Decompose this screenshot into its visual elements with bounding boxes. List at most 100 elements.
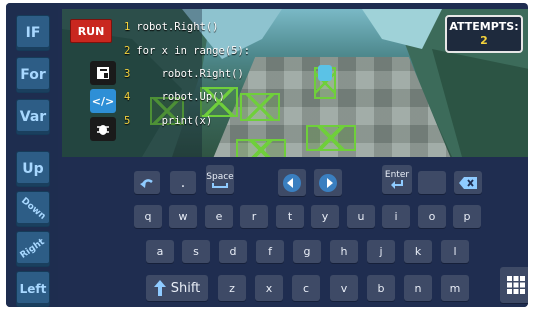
crate	[240, 93, 280, 121]
space-icon	[212, 182, 228, 188]
book-tab[interactable]	[90, 61, 116, 85]
line-number: 3	[124, 68, 131, 80]
dot-key[interactable]: .	[170, 171, 196, 194]
key-label: y	[321, 210, 329, 223]
backspace-key[interactable]	[454, 171, 482, 194]
key-e[interactable]: e	[205, 205, 233, 228]
attempts-label: ATTEMPTS:	[449, 20, 519, 33]
key-n[interactable]: n	[404, 275, 432, 301]
right-command-label: Right	[18, 237, 47, 261]
code-line[interactable]: 5 print(x)	[124, 115, 212, 127]
key-i[interactable]: i	[382, 205, 410, 228]
game-scene: RUN </> 1 robot.Right() 2 for x in range(5…	[62, 9, 528, 157]
backspace-icon	[459, 176, 477, 189]
key-s[interactable]: s	[182, 240, 210, 263]
crate	[306, 125, 356, 151]
code-line[interactable]: 4 robot.Up()	[124, 91, 225, 103]
undo-key[interactable]	[134, 171, 160, 194]
up-command-button[interactable]: Up	[16, 151, 50, 187]
key-label: j	[379, 245, 383, 258]
shift-arrow-icon	[153, 280, 166, 296]
var-command-button[interactable]: Var	[16, 99, 50, 135]
run-button[interactable]: RUN	[70, 19, 112, 43]
key-v[interactable]: v	[330, 275, 358, 301]
key-label: b	[377, 281, 385, 295]
line-number: 2	[124, 45, 131, 57]
keyboard-toggle-key[interactable]	[500, 267, 528, 303]
key-x[interactable]: x	[255, 275, 283, 301]
key-label: n	[414, 281, 422, 295]
key-label: e	[215, 210, 223, 223]
key-p[interactable]: p	[453, 205, 481, 228]
code-keyboard: . Space Enter q w e r t y u i o p a s d …	[62, 163, 528, 307]
if-command-label: IF	[25, 25, 41, 41]
key-c[interactable]: c	[292, 275, 320, 301]
line-number: 5	[124, 115, 131, 127]
run-label: RUN	[77, 24, 105, 38]
key-q[interactable]: q	[134, 205, 162, 228]
left-command-button[interactable]: Left	[16, 271, 50, 307]
down-command-button[interactable]: Down	[16, 191, 50, 227]
key-k[interactable]: k	[404, 240, 432, 263]
right-command-button[interactable]: Right	[16, 231, 50, 267]
code-line[interactable]: 1 robot.Right()	[124, 21, 219, 33]
for-command-button[interactable]: For	[16, 57, 50, 93]
key-label: l	[453, 245, 457, 258]
key-label: a	[156, 245, 164, 258]
key-label: t	[287, 210, 293, 223]
key-m[interactable]: m	[441, 275, 469, 301]
cursor-left-key[interactable]	[278, 169, 306, 196]
grid-icon	[507, 276, 525, 294]
code-tab[interactable]: </>	[90, 89, 116, 113]
key-f[interactable]: f	[256, 240, 284, 263]
cursor-right-key[interactable]	[314, 169, 342, 196]
enter-key-label: Enter	[384, 170, 410, 180]
key-r[interactable]: r	[240, 205, 268, 228]
line-number: 4	[124, 91, 131, 103]
shift-key[interactable]: Shift	[146, 275, 208, 301]
crate	[236, 139, 286, 157]
key-g[interactable]: g	[293, 240, 321, 263]
if-command-button[interactable]: IF	[16, 15, 50, 51]
var-command-label: Var	[19, 109, 47, 125]
code-text: robot.Right()	[136, 21, 219, 33]
command-sidebar: IF For Var Up Down Right Left	[6, 3, 58, 307]
key-a[interactable]: a	[146, 240, 174, 263]
code-text: print(x)	[136, 115, 213, 127]
book-icon	[97, 67, 109, 79]
debug-tab[interactable]	[90, 117, 116, 141]
key-label: d	[229, 245, 237, 258]
space-key[interactable]: Space	[206, 165, 234, 194]
arrow-right-circle-icon	[319, 173, 337, 192]
key-label: x	[265, 281, 273, 295]
key-o[interactable]: o	[418, 205, 446, 228]
up-command-label: Up	[22, 161, 44, 177]
down-command-label: Down	[18, 196, 48, 222]
key-h[interactable]: h	[330, 240, 358, 263]
enter-key[interactable]: Enter	[382, 165, 412, 194]
key-y[interactable]: y	[311, 205, 339, 228]
key-label: h	[340, 245, 348, 258]
line-number: 1	[124, 21, 131, 33]
blank-key[interactable]	[418, 171, 446, 194]
key-label: g	[303, 245, 311, 258]
key-j[interactable]: j	[367, 240, 395, 263]
key-u[interactable]: u	[347, 205, 375, 228]
key-l[interactable]: l	[441, 240, 469, 263]
code-icon: </>	[91, 94, 115, 108]
attempts-value: 2	[480, 34, 488, 47]
key-d[interactable]: d	[219, 240, 247, 263]
key-label: c	[302, 281, 310, 295]
key-label: k	[414, 245, 422, 258]
code-line[interactable]: 2 for x in range(5):	[124, 45, 250, 57]
bug-icon	[97, 125, 109, 135]
key-w[interactable]: w	[169, 205, 197, 228]
attempts-counter: ATTEMPTS: 2	[445, 15, 523, 53]
code-line[interactable]: 3 robot.Right()	[124, 68, 244, 80]
key-z[interactable]: z	[218, 275, 246, 301]
key-label: u	[357, 210, 365, 223]
key-t[interactable]: t	[276, 205, 304, 228]
key-b[interactable]: b	[367, 275, 395, 301]
key-label: v	[340, 281, 348, 295]
key-label: z	[229, 281, 235, 295]
